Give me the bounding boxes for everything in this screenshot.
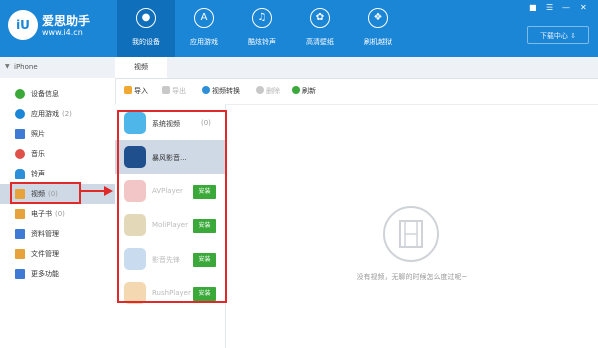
sidebar-item-label: 更多功能	[31, 270, 59, 278]
app-logo: iU 爱思助手 www.i4.cn	[8, 10, 108, 50]
sidebar-item-device-info[interactable]: 设备信息	[0, 84, 115, 104]
top-bar: iU 爱思助手 www.i4.cn ● 我的设备 A 应用游戏 ♫ 酷炫铃声 ✿…	[0, 0, 598, 57]
nav-label: 应用游戏	[190, 38, 218, 46]
delete-icon	[256, 86, 264, 94]
dropbox-icon: ❖	[368, 8, 388, 28]
highlight-box-app-list	[117, 110, 227, 303]
empty-state-message: 没有视频，无聊的时候怎么度过呢~	[356, 273, 468, 281]
sidebar-item-label: 设备信息	[31, 90, 59, 98]
info-icon	[15, 89, 25, 99]
sidebar-item-file-management[interactable]: 文件管理	[0, 244, 115, 264]
sidebar-item-label: 资料管理	[31, 230, 59, 238]
app-url: www.i4.cn	[42, 28, 83, 37]
sidebar-item-label: 文件管理	[31, 250, 59, 258]
sidebar-item-data-management[interactable]: 资料管理	[0, 224, 115, 244]
film-icon	[383, 206, 439, 262]
sidebar-item-more[interactable]: 更多功能	[0, 264, 115, 284]
sidebar-item-label: 电子书	[31, 210, 52, 218]
close-icon[interactable]: ✕	[580, 3, 587, 12]
nav-my-device[interactable]: ● 我的设备	[117, 0, 175, 57]
nav-label: 酷炫铃声	[248, 38, 276, 46]
device-name: iPhone	[14, 63, 38, 71]
app-title: 爱思助手	[42, 14, 91, 28]
nav-flash-jailbreak[interactable]: ❖ 刷机越狱	[349, 0, 407, 57]
sidebar-item-label: 铃声	[31, 170, 45, 178]
apple-icon: ●	[136, 8, 156, 28]
import-button[interactable]: 导入	[124, 86, 148, 96]
export-button[interactable]: 导出	[162, 86, 186, 96]
sidebar-item-photos[interactable]: 照片	[0, 124, 115, 144]
export-icon	[162, 86, 170, 94]
contacts-icon	[15, 229, 25, 239]
tab-strip: 视频	[115, 57, 598, 79]
music-note-icon: ♫	[252, 8, 272, 28]
convert-icon	[202, 86, 210, 94]
nav-apps-games[interactable]: A 应用游戏	[175, 0, 233, 57]
import-icon	[124, 86, 132, 94]
sidebar-item-apps[interactable]: 应用游戏 (2)	[0, 104, 115, 124]
download-center-button[interactable]: 下载中心 ⇩	[527, 26, 589, 44]
annotation-arrow	[81, 190, 106, 192]
convert-video-button[interactable]: 视频转换	[202, 86, 240, 96]
device-selector[interactable]: ▼ iPhone	[0, 57, 115, 79]
sidebar-item-label: 音乐	[31, 150, 45, 158]
nav-ringtones[interactable]: ♫ 酷炫铃声	[233, 0, 291, 57]
import-label: 导入	[134, 87, 148, 95]
export-label: 导出	[172, 87, 186, 95]
caret-down-icon: ▼	[5, 63, 10, 70]
tab-video[interactable]: 视频	[115, 57, 167, 78]
download-icon: ⇩	[570, 32, 577, 40]
sidebar-item-ringtones[interactable]: 铃声	[0, 164, 115, 184]
sidebar-item-label: 照片	[31, 130, 45, 138]
sidebar-item-music[interactable]: 音乐	[0, 144, 115, 164]
sidebar-item-label: 应用游戏	[31, 110, 59, 118]
refresh-label: 刷新	[302, 87, 316, 95]
file-icon	[15, 249, 25, 259]
flower-icon: ✿	[310, 8, 330, 28]
nav-label: 刷机越狱	[364, 38, 392, 46]
settings-icon[interactable]: ☰	[546, 3, 553, 12]
nav-label: 高清壁纸	[306, 38, 334, 46]
refresh-icon	[292, 86, 300, 94]
refresh-button[interactable]: 刷新	[292, 86, 316, 96]
nav-wallpapers[interactable]: ✿ 高清壁纸	[291, 0, 349, 57]
toolbar: 导入 导出 视频转换 删除 刷新	[115, 78, 598, 105]
photo-icon	[15, 129, 25, 139]
app-icon	[15, 109, 25, 119]
app-store-icon: A	[194, 8, 214, 28]
sidebar-item-count: (0)	[55, 210, 65, 218]
book-icon	[15, 209, 25, 219]
sidebar: 设备信息 应用游戏 (2) 照片 音乐 铃声 视频 (0) 电子书 (0) 资料管理 …	[0, 78, 116, 348]
highlight-box-video	[10, 182, 81, 204]
bell-icon	[15, 169, 25, 179]
convert-label: 视频转换	[212, 87, 240, 95]
feedback-icon[interactable]: ■	[529, 3, 537, 12]
minimize-icon[interactable]: —	[562, 3, 570, 12]
annotation-arrow-head	[104, 186, 113, 196]
delete-label: 删除	[266, 87, 280, 95]
download-center-label: 下载中心	[539, 32, 568, 40]
i4-logo-icon: iU	[8, 10, 38, 40]
more-icon	[15, 269, 25, 279]
sidebar-item-ebooks[interactable]: 电子书 (0)	[0, 204, 115, 224]
sidebar-item-count: (2)	[62, 110, 72, 118]
music-icon	[15, 149, 25, 159]
nav-label: 我的设备	[132, 38, 160, 46]
delete-button[interactable]: 删除	[256, 86, 280, 96]
